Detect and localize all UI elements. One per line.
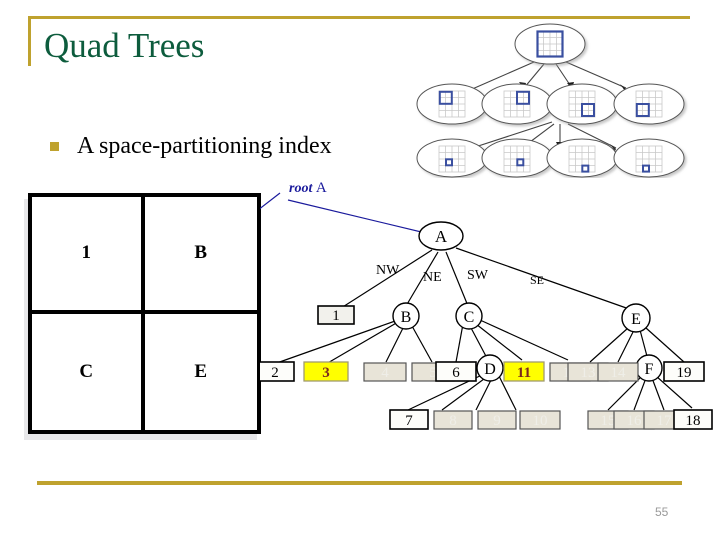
svg-text:16: 16 xyxy=(627,413,643,429)
tree-leaf-8: 8 xyxy=(433,410,473,430)
left-accent-rule xyxy=(28,16,31,66)
tree-leaf-2: 2 xyxy=(260,361,295,382)
quadtree-node-l2-4-grid xyxy=(635,90,663,118)
bullet-item-label: A space-partitioning index xyxy=(77,133,332,159)
svg-text:11: 11 xyxy=(517,365,531,381)
footer-accent-rule xyxy=(37,481,682,485)
bullet-square-icon xyxy=(50,142,59,151)
tree-node-e: E xyxy=(621,303,651,333)
svg-text:18: 18 xyxy=(686,413,701,429)
tree-leaf-11: 11 xyxy=(503,361,545,382)
quadtree-node-l3-3-grid xyxy=(568,145,596,173)
tree-leaf-14: 14 xyxy=(597,362,639,382)
quadtree-node-l2-1-grid xyxy=(438,90,466,118)
tree-leaf-1: 1 xyxy=(317,305,355,325)
quadtree-node-l3-4-grid xyxy=(635,145,663,173)
top-accent-rule xyxy=(28,16,690,19)
svg-text:B: B xyxy=(401,309,412,326)
edge-label-se: SE xyxy=(530,273,544,287)
tree-node-b: B xyxy=(392,302,420,330)
quadrant-cell-ne: B xyxy=(144,197,257,314)
quadrant-partition-diagram: 1 B C E xyxy=(24,193,261,440)
tree-leaf-3: 3 xyxy=(303,361,349,382)
tree-node-a: A xyxy=(418,221,464,251)
bullet-list-item: A space-partitioning index xyxy=(50,133,332,160)
svg-text:9: 9 xyxy=(493,413,501,429)
quadrant-grid: 1 B C E xyxy=(28,193,261,434)
root-pointer-line xyxy=(260,192,439,237)
quadtree-node-root-grid xyxy=(536,30,564,58)
svg-text:13: 13 xyxy=(581,365,596,381)
svg-text:F: F xyxy=(645,361,654,378)
svg-text:6: 6 xyxy=(452,365,460,381)
page-title: Quad Trees xyxy=(44,26,205,65)
tree-edges-from-e xyxy=(589,327,685,363)
quadtree-illustration xyxy=(404,22,704,178)
quadrant-cell-nw: 1 xyxy=(32,197,145,314)
svg-text:A: A xyxy=(435,227,448,246)
quadtree-node-l3-2-grid xyxy=(503,145,531,173)
tree-node-f: F xyxy=(635,354,663,382)
svg-text:14: 14 xyxy=(611,365,627,381)
tree-leaf-9: 9 xyxy=(477,410,517,430)
tree-leaf-6: 6 xyxy=(435,361,477,382)
svg-text:10: 10 xyxy=(533,413,548,429)
tree-leaf-10: 10 xyxy=(519,410,561,430)
quadrant-cell-se: E xyxy=(194,360,208,382)
svg-text:3: 3 xyxy=(322,365,330,381)
svg-text:C: C xyxy=(464,309,475,326)
edge-label-sw: SW xyxy=(467,268,489,283)
quadrant-cell-sw: C xyxy=(32,313,145,430)
svg-text:D: D xyxy=(484,361,496,378)
quadtree-node-l2-2-grid xyxy=(503,90,531,118)
svg-text:2: 2 xyxy=(271,365,279,381)
quadtree-node-l2-3-grid xyxy=(568,90,596,118)
quadtree-edges-level1 xyxy=(469,61,627,91)
tree-node-d: D xyxy=(476,354,504,382)
quadtree-structure-diagram: NW NE SW SE 1 A B C D E F 2 3 4 5 6 11 7… xyxy=(260,188,720,448)
svg-text:19: 19 xyxy=(677,365,692,381)
svg-text:15: 15 xyxy=(601,413,616,429)
page-number: 55 xyxy=(655,505,669,519)
svg-text:17: 17 xyxy=(657,413,673,429)
quadtree-node-l3-1-grid xyxy=(438,145,466,173)
tree-leaf-4: 4 xyxy=(363,362,407,382)
edge-label-nw: NW xyxy=(376,263,400,278)
svg-text:E: E xyxy=(631,311,641,328)
tree-leaf-19: 19 xyxy=(663,361,705,382)
tree-node-c: C xyxy=(455,302,483,330)
tree-leaf-18: 18 xyxy=(673,409,713,430)
tree-leaf-7: 7 xyxy=(389,409,429,430)
svg-text:8: 8 xyxy=(449,413,457,429)
edge-label-ne: NE xyxy=(423,270,442,285)
svg-text:7: 7 xyxy=(405,413,413,429)
svg-text:1: 1 xyxy=(332,308,340,324)
slide: Quad Trees A space-partitioning index 1 … xyxy=(0,0,720,540)
svg-text:4: 4 xyxy=(381,365,389,381)
